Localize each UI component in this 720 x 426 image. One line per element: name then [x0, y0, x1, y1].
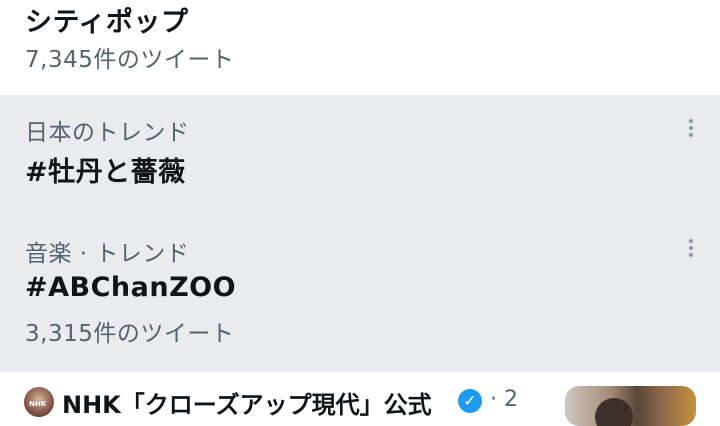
trend-context: 音楽 · トレンド — [25, 241, 190, 267]
tweet-preview[interactable]: NHK NHK「クローズアップ現代」公式 ✓ · 2 — [0, 372, 720, 426]
account-name[interactable]: NHK「クローズアップ現代」公式 — [62, 385, 432, 420]
tweet-media-thumbnail[interactable] — [565, 386, 696, 426]
avatar[interactable]: NHK — [24, 387, 54, 417]
trend-item-city-pop[interactable]: シティポップ 7,345件のツイート — [0, 0, 720, 95]
more-vertical-icon[interactable] — [688, 239, 694, 261]
trend-item-botan-to-bara[interactable]: 日本のトレンド #牡丹と薔薇 — [0, 95, 720, 215]
trend-context: 日本のトレンド — [25, 120, 190, 146]
trend-title: #ABChanZOO — [25, 272, 237, 303]
more-vertical-icon[interactable] — [688, 119, 694, 141]
trend-tweet-count: 7,345件のツイート — [25, 47, 235, 73]
trend-title: #牡丹と薔薇 — [25, 157, 186, 188]
trend-tweet-count: 3,315件のツイート — [25, 321, 235, 347]
trend-item-abchanzoo[interactable]: 音楽 · トレンド #ABChanZOO 3,315件のツイート — [0, 215, 720, 372]
verified-badge-icon: ✓ — [458, 389, 482, 413]
trend-title: シティポップ — [25, 7, 189, 38]
tweet-timestamp: · 2 — [490, 387, 518, 412]
